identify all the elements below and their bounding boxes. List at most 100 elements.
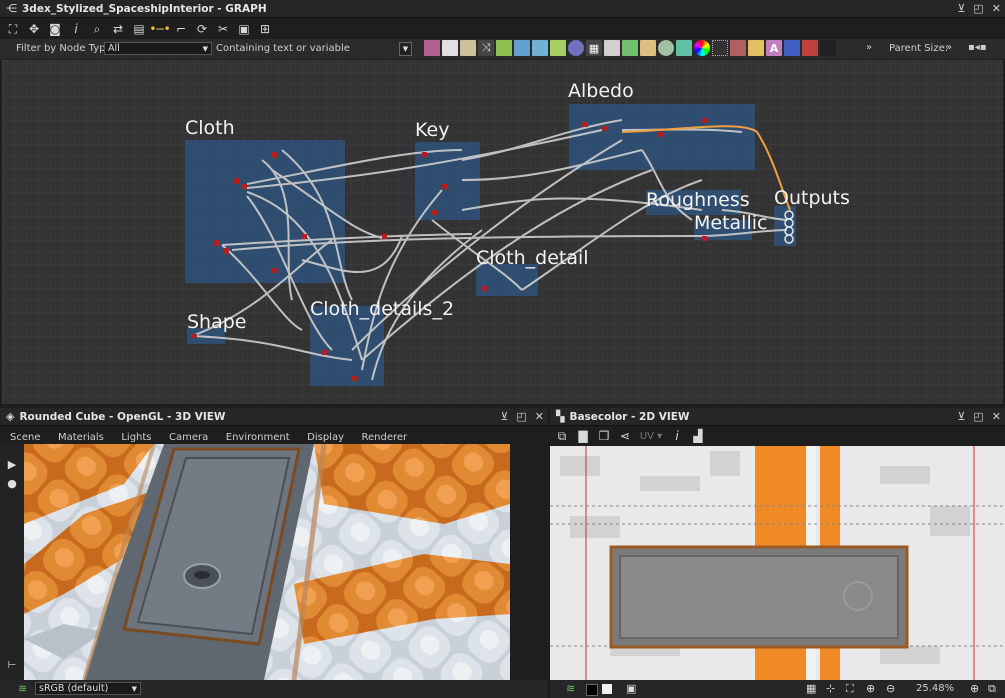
video-camera-icon[interactable]: ▶ xyxy=(0,458,24,471)
search-dropdown-icon[interactable]: ▼ xyxy=(399,42,412,56)
library-icon-7[interactable] xyxy=(532,40,548,56)
library-icon-13[interactable] xyxy=(640,40,656,56)
library-icon-6[interactable] xyxy=(514,40,530,56)
save-icon[interactable]: ▇ xyxy=(574,427,592,445)
menu-display[interactable]: Display xyxy=(307,432,344,443)
library-icon-2[interactable] xyxy=(442,40,458,56)
fit-view-icon[interactable]: ⧉ xyxy=(553,427,571,445)
fill-icon[interactable] xyxy=(802,40,818,56)
graph-connections xyxy=(191,118,794,381)
link-icon[interactable]: ⇄ xyxy=(109,20,127,38)
menu-environment[interactable]: Environment xyxy=(226,432,290,443)
library-icon-18[interactable] xyxy=(730,40,746,56)
align-icon[interactable]: ⌐ xyxy=(172,20,190,38)
frame-label-shape: Shape xyxy=(187,311,247,333)
colorspace-select[interactable]: sRGB (default) ▼ xyxy=(35,682,141,695)
image-icon[interactable]: ▣ xyxy=(626,682,636,695)
basecolor-texture xyxy=(550,446,1005,680)
share-icon[interactable]: ⋖ xyxy=(616,427,634,445)
frame-label-cloth-detail: Cloth_detail xyxy=(476,247,589,269)
library-icon-23[interactable] xyxy=(820,40,836,56)
view3d-title: Rounded Cube - OpenGL - 3D VIEW xyxy=(19,410,226,423)
frame-label-metallic: Metallic xyxy=(694,212,768,234)
frame-select-icon[interactable]: ⛶ xyxy=(4,20,22,38)
copy-icon[interactable]: ❐ xyxy=(595,427,613,445)
tile-icon[interactable]: ⊹ xyxy=(826,682,835,695)
tools-icon[interactable]: ✂ xyxy=(214,20,232,38)
view3d-statusbar: ≋ sRGB (default) ▼ xyxy=(0,680,548,698)
pan-icon[interactable]: ✥ xyxy=(25,20,43,38)
export-icon[interactable]: ▣ xyxy=(235,20,253,38)
colorspace-arrow-icon: ▼ xyxy=(131,684,137,693)
light-bulb-icon[interactable]: ● xyxy=(0,477,24,490)
bg-black-icon[interactable] xyxy=(586,684,598,696)
zoom-out-icon[interactable]: ⊖ xyxy=(886,682,895,695)
node-type-select[interactable]: All ▼ xyxy=(104,42,212,55)
library-icon-11[interactable] xyxy=(604,40,620,56)
color-picker-icon[interactable]: ⧉ xyxy=(988,682,996,696)
menu-camera[interactable]: Camera xyxy=(169,432,208,443)
library-icon-5[interactable] xyxy=(496,40,512,56)
comment-icon[interactable]: ▤ xyxy=(130,20,148,38)
library-icon-8[interactable] xyxy=(550,40,566,56)
view2d-viewport[interactable] xyxy=(550,446,1005,680)
view3d-maximize-icon[interactable]: ◰ xyxy=(516,410,526,423)
library-icon-9[interactable] xyxy=(568,40,584,56)
node-library-bar: ⤨ ▦ A xyxy=(424,40,838,56)
frame-label-key: Key xyxy=(415,119,450,141)
view2d-layers-icon[interactable]: ≋ xyxy=(566,682,575,695)
grid-toggle-icon[interactable]: ▦ xyxy=(806,682,816,695)
shuffle-icon[interactable]: ⤨ xyxy=(478,40,494,56)
zoom-in-icon[interactable]: ⊕ xyxy=(970,682,979,695)
view2d-maximize-icon[interactable]: ◰ xyxy=(973,410,983,423)
info2d-icon[interactable]: i xyxy=(668,427,686,445)
uv-label: UV xyxy=(639,430,654,442)
node-type-value: All xyxy=(108,43,120,54)
view3d-pin-icon[interactable]: ⊻ xyxy=(500,410,508,423)
search-field-label[interactable]: Containing text or variable xyxy=(216,43,406,54)
color-wheel-icon[interactable] xyxy=(694,40,710,56)
graph-icon: ⋲ xyxy=(6,2,17,15)
pin-node-icon[interactable]: •─• xyxy=(149,20,170,38)
library-icon-1[interactable] xyxy=(424,40,440,56)
library-icon-12[interactable] xyxy=(622,40,638,56)
view3d-viewport[interactable] xyxy=(24,444,510,680)
bg-white-icon[interactable] xyxy=(602,684,612,694)
library-icon-19[interactable] xyxy=(748,40,764,56)
more-icon[interactable]: » xyxy=(866,42,872,53)
graph-canvas[interactable]: Cloth Key Albedo Roughness Metallic Outp… xyxy=(2,60,1003,404)
library-icon-14[interactable] xyxy=(658,40,674,56)
crop-icon[interactable]: ⊞ xyxy=(256,20,274,38)
parent-size-label[interactable]: Parent Size: xyxy=(889,43,948,54)
camera-icon[interactable]: ◙ xyxy=(46,20,64,38)
menu-lights[interactable]: Lights xyxy=(121,432,151,443)
histogram-icon[interactable]: ▟ xyxy=(689,427,707,445)
parent-size-more-icon[interactable]: » xyxy=(946,42,952,53)
uv-toggle[interactable]: UV ▾ xyxy=(637,427,665,445)
view2d-pin-icon[interactable]: ⊻ xyxy=(957,410,965,423)
library-icon-15[interactable] xyxy=(676,40,692,56)
library-icon-17[interactable] xyxy=(712,40,728,56)
pin-icon[interactable]: ⊻ xyxy=(957,2,965,15)
view3d-close-icon[interactable]: ✕ xyxy=(535,410,544,423)
library-icon-3[interactable] xyxy=(460,40,476,56)
menu-materials[interactable]: Materials xyxy=(58,432,104,443)
zoom-level[interactable]: 25.48% xyxy=(916,683,954,694)
close-icon[interactable]: ✕ xyxy=(992,2,1001,15)
maximize-icon[interactable]: ◰ xyxy=(973,2,983,15)
layers-icon[interactable]: ≋ xyxy=(18,682,27,695)
menu-renderer[interactable]: Renderer xyxy=(362,432,408,443)
search-icon[interactable]: ⌕ xyxy=(88,20,106,38)
library-icon-21[interactable] xyxy=(784,40,800,56)
refresh-icon[interactable]: ⟳ xyxy=(193,20,211,38)
fit-icon[interactable]: ⛶ xyxy=(846,682,854,696)
pin-settings-icon[interactable]: ▪◂▪ xyxy=(968,42,987,53)
axis-icon[interactable]: ⊢ xyxy=(0,660,24,671)
grid-icon[interactable]: ▦ xyxy=(586,40,602,56)
menu-scene[interactable]: Scene xyxy=(10,432,41,443)
text-icon[interactable]: A xyxy=(766,40,782,56)
quilted-cube-render xyxy=(24,444,510,680)
info-icon[interactable]: i xyxy=(67,20,85,38)
zoom-icon[interactable]: ⊕ xyxy=(866,682,875,695)
view2d-close-icon[interactable]: ✕ xyxy=(992,410,1001,423)
